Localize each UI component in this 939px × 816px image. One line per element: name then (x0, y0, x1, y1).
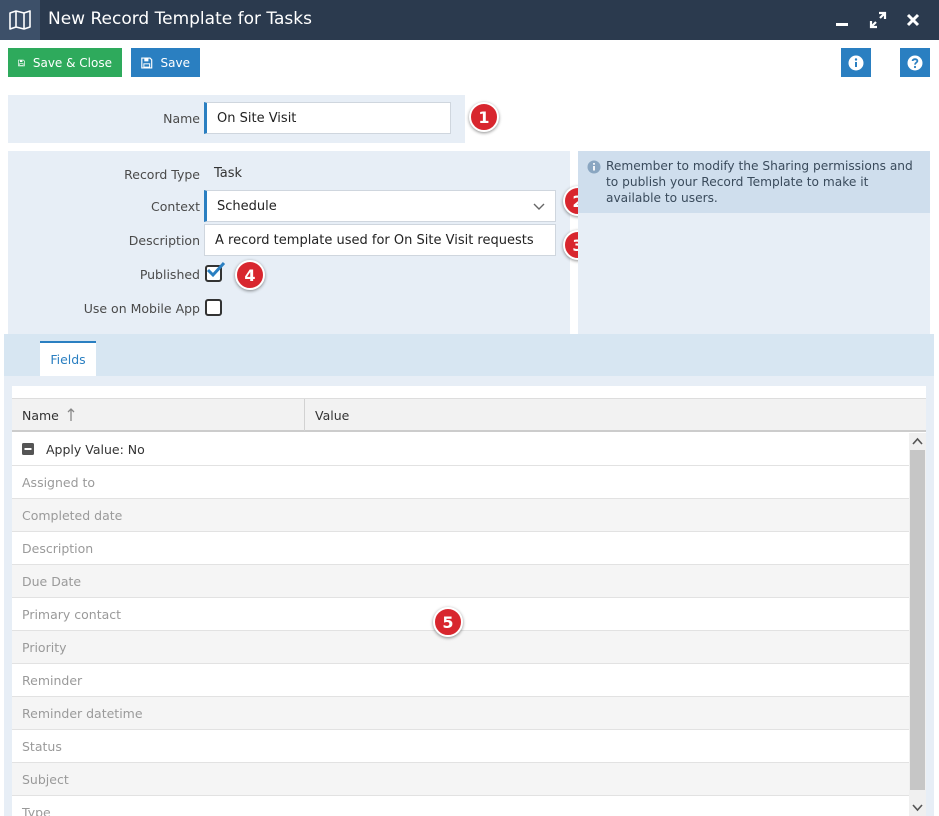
record-type-label: Record Type (124, 167, 200, 182)
map-icon (0, 0, 40, 40)
save-close-button[interactable]: Save & Close (8, 48, 122, 77)
fields-grid: Name Value Apply Value: No Assigned to C… (12, 386, 926, 816)
table-row[interactable]: Type (12, 796, 909, 816)
description-input[interactable]: A record template used for On Site Visit… (204, 224, 556, 256)
info-message-box: Remember to modify the Sharing permissio… (578, 151, 930, 213)
record-type-value: Task (214, 166, 243, 181)
context-label: Context (151, 199, 200, 214)
sort-ascending-icon (67, 408, 75, 421)
column-header-name[interactable]: Name (22, 399, 304, 431)
table-row[interactable]: Completed date (12, 499, 909, 532)
table-row[interactable]: Description (12, 532, 909, 565)
group-label: Apply Value: No (46, 441, 145, 457)
table-row[interactable]: Subject (12, 763, 909, 796)
help-icon (907, 55, 923, 70)
annotation-marker-4: 4 (235, 260, 265, 290)
save-button[interactable]: Save (131, 48, 200, 77)
floppy-icon (18, 59, 25, 66)
minimize-icon[interactable] (830, 8, 854, 32)
grid-header: Name Value (12, 398, 926, 432)
help-button[interactable] (900, 48, 930, 77)
column-name-label: Name (22, 407, 59, 423)
save-label: Save (160, 55, 190, 70)
column-divider (304, 399, 305, 431)
collapse-icon[interactable] (22, 443, 34, 455)
maximize-icon[interactable] (866, 8, 890, 32)
close-icon[interactable] (901, 8, 925, 32)
mobile-label: Use on Mobile App (83, 301, 200, 316)
context-select[interactable]: Schedule (204, 190, 556, 222)
floppy-icon (141, 56, 153, 69)
info-panel: Remember to modify the Sharing permissio… (578, 151, 930, 334)
save-close-label: Save & Close (32, 55, 112, 70)
table-row[interactable]: Reminder (12, 664, 909, 697)
published-label: Published (139, 267, 200, 282)
info-message: Remember to modify the Sharing permissio… (606, 159, 913, 205)
table-row[interactable]: Due Date (12, 565, 909, 598)
table-row[interactable]: Reminder datetime (12, 697, 909, 730)
checkmark-icon (206, 261, 226, 278)
scroll-thumb[interactable] (910, 450, 925, 790)
description-label: Description (128, 233, 200, 248)
title-bar: New Record Template for Tasks (0, 0, 939, 40)
chevron-down-icon (533, 203, 545, 210)
table-row[interactable]: Priority (12, 631, 909, 664)
tab-strip: Fields (4, 334, 934, 376)
table-row[interactable]: Status (12, 730, 909, 763)
info-icon (848, 55, 864, 70)
scroll-down-icon[interactable] (912, 804, 923, 812)
context-value: Schedule (217, 198, 277, 214)
mobile-checkbox[interactable] (205, 299, 222, 316)
info-button[interactable] (841, 48, 871, 77)
name-label: Name (163, 111, 200, 126)
column-header-value[interactable]: Value (315, 399, 615, 431)
annotation-marker-1: 1 (469, 102, 499, 132)
tab-fields[interactable]: Fields (40, 341, 96, 376)
annotation-marker-5: 5 (433, 607, 463, 637)
window-title: New Record Template for Tasks (48, 9, 312, 29)
scroll-up-icon[interactable] (912, 437, 923, 445)
published-checkbox[interactable] (205, 261, 226, 282)
group-row[interactable]: Apply Value: No (12, 433, 909, 466)
vertical-scrollbar[interactable] (909, 433, 926, 816)
table-row[interactable]: Assigned to (12, 466, 909, 499)
column-value-label: Value (315, 407, 350, 423)
name-input[interactable]: On Site Visit (204, 102, 451, 134)
info-icon (587, 160, 601, 174)
